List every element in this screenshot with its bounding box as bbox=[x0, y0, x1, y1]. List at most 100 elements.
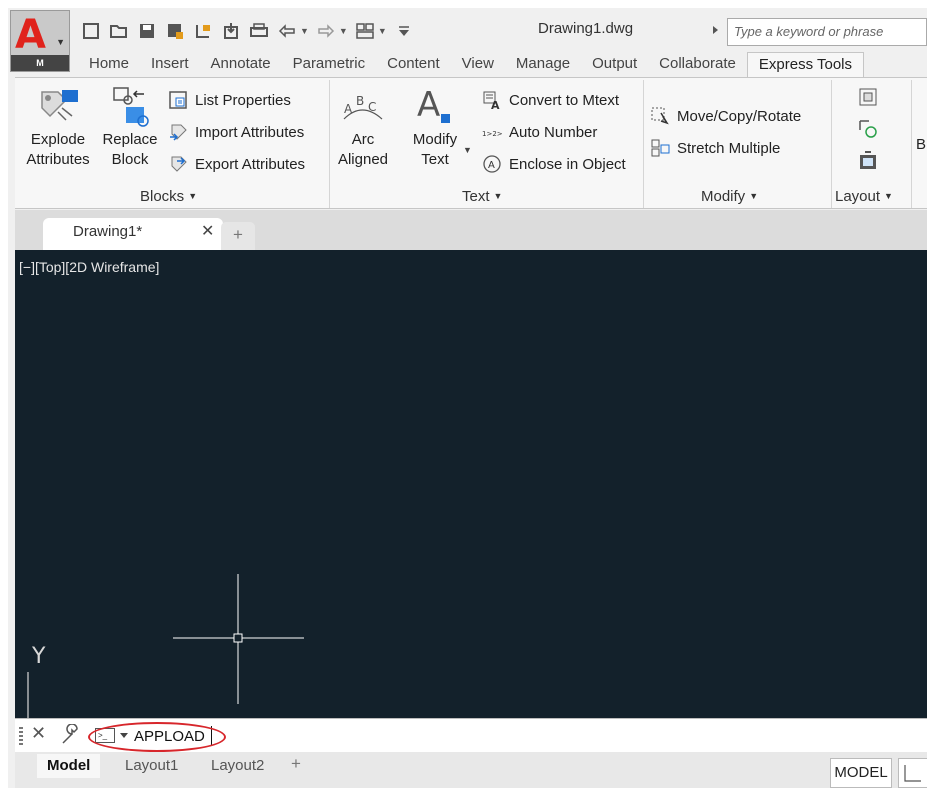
workspace-icon[interactable] bbox=[354, 20, 376, 42]
undo-icon[interactable] bbox=[276, 20, 298, 42]
stretch-multiple-label: Stretch Multiple bbox=[677, 139, 781, 157]
document-tab-label: Drawing1* bbox=[73, 223, 143, 240]
align-space-icon[interactable] bbox=[857, 86, 879, 111]
replace-block-button[interactable]: Replace Block bbox=[97, 84, 163, 170]
close-icon[interactable]: ✕ bbox=[31, 723, 46, 744]
drawing-canvas[interactable]: [−][Top][2D Wireframe] Y bbox=[15, 250, 927, 718]
import-attributes-button[interactable]: Import Attributes bbox=[167, 121, 304, 143]
svg-text:1>2>3: 1>2>3 bbox=[482, 130, 503, 138]
modify-text-label-1: Modify bbox=[412, 131, 458, 148]
move-copy-rotate-label: Move/Copy/Rotate bbox=[677, 107, 802, 125]
list-viewport-scale-icon[interactable] bbox=[857, 150, 879, 175]
tab-content[interactable]: Content bbox=[376, 52, 451, 78]
panel-divider bbox=[643, 80, 644, 208]
drag-handle[interactable] bbox=[19, 727, 23, 745]
application-menu-button[interactable]: A ▼ M bbox=[10, 10, 70, 72]
panel-divider bbox=[329, 80, 330, 208]
import-attributes-label: Import Attributes bbox=[195, 123, 305, 141]
layout-panel-label: Layout bbox=[835, 188, 881, 205]
enclose-in-object-icon: A bbox=[481, 153, 503, 175]
arc-label-2: Aligned bbox=[337, 151, 389, 168]
chevron-down-icon: ▼ bbox=[884, 191, 893, 201]
panel-title-layout[interactable]: Layout ▼ bbox=[835, 188, 893, 205]
chevron-down-icon: ▼ bbox=[749, 191, 759, 201]
convert-to-mtext-icon: A bbox=[481, 89, 503, 111]
chevron-right-icon[interactable] bbox=[713, 26, 718, 34]
panel-title-blocks[interactable]: Blocks ▼ bbox=[140, 188, 197, 205]
enclose-in-object-button[interactable]: A Enclose in Object bbox=[481, 153, 626, 175]
auto-number-button[interactable]: 1>2>3 Auto Number bbox=[481, 121, 597, 143]
convert-to-mtext-label: Convert to Mtext bbox=[509, 91, 620, 109]
model-space-button[interactable]: MODEL bbox=[830, 758, 892, 788]
move-copy-rotate-button[interactable]: Move/Copy/Rotate bbox=[649, 105, 801, 127]
search-input[interactable]: Type a keyword or phrase bbox=[727, 18, 927, 46]
export-attributes-icon bbox=[167, 153, 189, 175]
auto-number-label: Auto Number bbox=[509, 123, 598, 141]
list-properties-button[interactable]: List Properties bbox=[167, 89, 291, 111]
document-tab-drawing1[interactable]: Drawing1* ✕ bbox=[43, 218, 223, 250]
stretch-multiple-icon bbox=[649, 137, 671, 159]
export-attributes-label: Export Attributes bbox=[195, 155, 306, 173]
status-bar: Model Layout1 Layout2 + MODEL bbox=[15, 752, 927, 788]
redo-icon[interactable] bbox=[315, 20, 337, 42]
tab-collaborate[interactable]: Collaborate bbox=[648, 52, 747, 78]
blocks-panel-label: Blocks bbox=[140, 188, 185, 205]
plot-icon[interactable] bbox=[248, 20, 270, 42]
modify-text-icon: A bbox=[399, 84, 471, 130]
list-properties-label: List Properties bbox=[195, 91, 291, 109]
chevron-down-icon[interactable]: ▼ bbox=[463, 145, 472, 155]
close-tab-icon[interactable]: ✕ bbox=[201, 221, 214, 241]
wrench-icon[interactable] bbox=[59, 723, 81, 749]
synchronize-viewports-icon[interactable] bbox=[857, 118, 879, 143]
text-panel-label: Text bbox=[462, 188, 490, 205]
tab-parametric[interactable]: Parametric bbox=[282, 52, 377, 78]
modify-text-button[interactable]: A Modify Text bbox=[399, 84, 471, 170]
undo-dropdown-icon[interactable]: ▼ bbox=[300, 26, 309, 36]
stretch-multiple-button[interactable]: Stretch Multiple bbox=[649, 137, 780, 159]
replace-label-2: Block bbox=[111, 151, 149, 168]
app-badge: M bbox=[11, 55, 69, 71]
tab-express-tools[interactable]: Express Tools bbox=[746, 52, 864, 78]
grid-toggle-button[interactable] bbox=[898, 758, 927, 788]
tab-view[interactable]: View bbox=[451, 52, 505, 78]
tab-annotate[interactable]: Annotate bbox=[200, 52, 282, 78]
new-tab-button[interactable]: + bbox=[221, 222, 255, 250]
tab-output[interactable]: Output bbox=[581, 52, 648, 78]
convert-to-mtext-button[interactable]: A Convert to Mtext bbox=[481, 89, 619, 111]
chevron-down-icon: ▼ bbox=[188, 191, 198, 201]
replace-label-1: Replace bbox=[102, 131, 158, 148]
new-file-icon[interactable] bbox=[80, 20, 102, 42]
add-layout-icon[interactable]: + bbox=[291, 754, 301, 774]
layout-tab-layout2[interactable]: Layout2 bbox=[201, 754, 274, 778]
open-from-web-icon[interactable] bbox=[192, 20, 214, 42]
tab-insert[interactable]: Insert bbox=[140, 52, 200, 78]
panel-title-text[interactable]: Text ▼ bbox=[462, 188, 502, 205]
layout-tab-model[interactable]: Model bbox=[37, 754, 101, 778]
save-icon[interactable] bbox=[136, 20, 158, 42]
quick-access-toolbar: ▼ ▼ ▼ bbox=[80, 18, 415, 44]
document-title: Drawing1.dwg bbox=[538, 20, 634, 37]
panel-divider bbox=[831, 80, 832, 208]
ribbon-panel: Explode Attributes Replace Block List Pr… bbox=[15, 77, 927, 209]
layout-tab-layout1[interactable]: Layout1 bbox=[115, 754, 188, 778]
chevron-down-icon: ▼ bbox=[56, 37, 65, 47]
redo-dropdown-icon[interactable]: ▼ bbox=[339, 26, 348, 36]
save-as-icon[interactable] bbox=[164, 20, 186, 42]
customize-qat-icon[interactable] bbox=[393, 20, 415, 42]
svg-text:A: A bbox=[344, 102, 353, 116]
export-attributes-button[interactable]: Export Attributes bbox=[167, 153, 305, 175]
tab-manage[interactable]: Manage bbox=[505, 52, 581, 78]
enclose-in-object-label: Enclose in Object bbox=[509, 155, 626, 173]
command-line: ✕ >_ APPLOAD bbox=[15, 718, 927, 752]
explode-attributes-button[interactable]: Explode Attributes bbox=[19, 84, 97, 170]
explode-label-1: Explode bbox=[30, 131, 86, 148]
workspace-dropdown-icon[interactable]: ▼ bbox=[378, 26, 387, 36]
explode-label-2: Attributes bbox=[26, 151, 90, 168]
save-to-web-icon[interactable] bbox=[220, 20, 242, 42]
arc-aligned-button[interactable]: ABC Arc Aligned bbox=[331, 84, 395, 170]
panel-title-modify[interactable]: Modify ▼ bbox=[701, 188, 758, 205]
arc-aligned-icon: ABC bbox=[331, 84, 395, 130]
tab-home[interactable]: Home bbox=[78, 52, 140, 78]
modify-panel-label: Modify bbox=[701, 188, 746, 205]
open-folder-icon[interactable] bbox=[108, 20, 130, 42]
